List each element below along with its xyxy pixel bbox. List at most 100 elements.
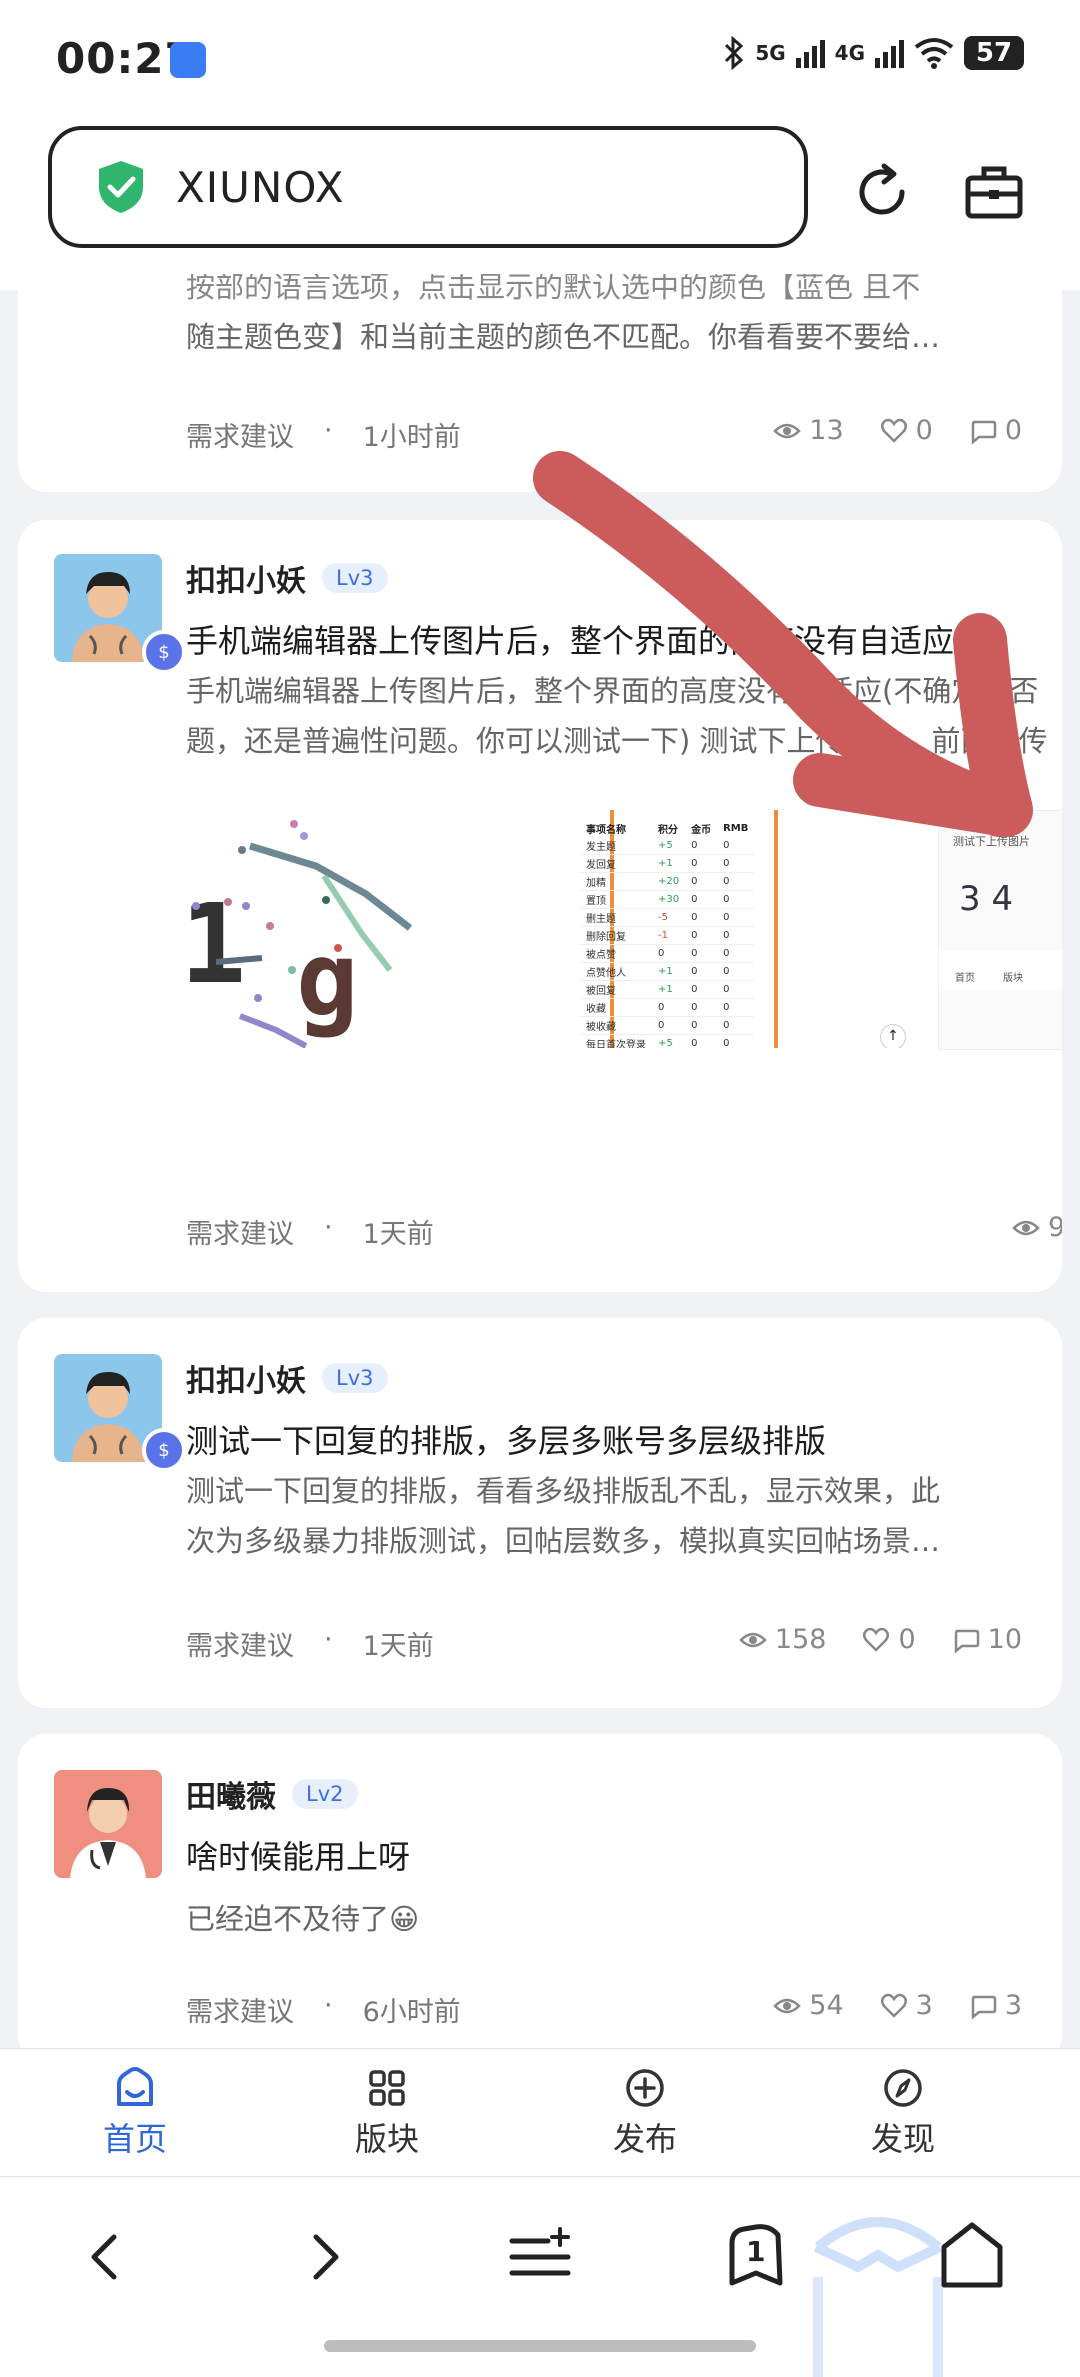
points-table-cell: 0: [723, 948, 730, 959]
post-excerpt-line: 随主题色变】和当前主题的颜色不匹配。你看看要不要给…: [186, 320, 941, 354]
likes-stat[interactable]: 3: [880, 1990, 933, 2021]
avatar[interactable]: [54, 1770, 162, 1878]
comment-icon: [954, 1629, 979, 1654]
author-name[interactable]: 田曦薇: [186, 1772, 276, 1816]
points-table-cell: 被收藏: [586, 1022, 616, 1033]
views-stat: 13: [773, 415, 844, 446]
author-name[interactable]: 扣扣小妖: [186, 1356, 306, 1400]
comment-icon: [971, 420, 997, 445]
menu-icon[interactable]: [500, 2217, 580, 2297]
battery-indicator: 57: [964, 36, 1024, 70]
post-meta: 需求建议 · 1小时前: [186, 415, 461, 454]
reload-icon[interactable]: [850, 160, 914, 224]
points-table-cell: 被回复: [586, 986, 616, 997]
points-table-cell: 0: [723, 894, 730, 905]
views-stat: 158: [739, 1624, 827, 1655]
thumbnail-bottom-nav: 首页 版块: [939, 951, 1062, 991]
points-table-cell: +5: [658, 1038, 673, 1048]
likes-count: 3: [915, 1990, 933, 2021]
points-table-row: 被收藏 0 0 0: [580, 1017, 755, 1035]
status-indicators: 5G 4G 57: [723, 36, 1024, 70]
points-table-cell: 0: [691, 984, 698, 995]
points-table-cell: 收藏: [586, 1004, 606, 1015]
points-table-cell: 0: [658, 948, 665, 959]
shield-check-icon: [99, 161, 143, 213]
post-stats: 158 0 10: [739, 1624, 1022, 1655]
compass-icon: [884, 2069, 922, 2107]
likes-count: 0: [898, 1624, 916, 1655]
post-category[interactable]: 需求建议: [186, 1624, 294, 1663]
post-thumbnail-captcha[interactable]: 1 g: [186, 810, 542, 1048]
post-category[interactable]: 需求建议: [186, 415, 294, 454]
verified-badge-icon: $: [142, 630, 186, 674]
post-excerpt: 已经迫不及待了😀: [186, 1902, 420, 1936]
points-table-cell: 删主题: [586, 914, 616, 925]
wifi-icon: [914, 38, 954, 69]
eye-icon: [773, 423, 802, 438]
points-table-cell: +30: [658, 894, 680, 905]
post-card[interactable]: $ 扣扣小妖 Lv3 测试一下回复的排版，多层多账号多层级排版 测试一下回复的排…: [18, 1318, 1062, 1708]
points-table-cell: 0: [691, 1038, 698, 1048]
post-meta: 需求建议 · 6小时前: [186, 1990, 461, 2029]
points-table-cell: 置顶: [586, 896, 606, 907]
points-table-cell: 删除回复: [586, 932, 626, 943]
back-icon[interactable]: [66, 2217, 146, 2297]
points-table-cell: 被点赞: [586, 950, 616, 961]
points-table-cell: 0: [723, 966, 730, 977]
post-title[interactable]: 啥时候能用上呀: [186, 1832, 410, 1878]
points-table-cell: 0: [691, 1020, 698, 1031]
points-table-cell: 加精: [586, 878, 606, 889]
comments-stat[interactable]: 0: [969, 415, 1022, 446]
likes-stat[interactable]: 0: [862, 1624, 916, 1655]
author-name[interactable]: 扣扣小妖: [186, 556, 306, 600]
signal-4g-icon: [875, 38, 904, 68]
forward-icon[interactable]: [284, 2217, 364, 2297]
post-time: 6小时前: [362, 1997, 461, 2028]
points-table-row: 被点赞 0 0 0: [580, 945, 755, 963]
tab-boards[interactable]: 版块: [252, 2049, 522, 2177]
points-table-cell: 0: [723, 984, 730, 995]
status-bar: 00:27 5G 4G 57: [0, 0, 1080, 120]
post-excerpt-line: 次为多级暴力排版测试，回帖层数多，模拟真实回帖场景…: [186, 1524, 941, 1558]
points-table-cell: 0: [691, 1002, 698, 1013]
points-table-cell: 0: [723, 912, 730, 923]
bluetooth-icon: [725, 36, 744, 70]
tab-discover-label: 发现: [870, 2120, 935, 2158]
points-table-cell: +1: [658, 966, 673, 977]
points-table-cell: 0: [691, 894, 698, 905]
toolbox-icon[interactable]: [962, 160, 1026, 224]
points-table-cell: 0: [723, 930, 730, 941]
meta-dot: ·: [324, 415, 333, 446]
points-table-cell: +1: [658, 984, 673, 995]
scroll-top-button[interactable]: ↑: [880, 1024, 906, 1048]
tab-publish[interactable]: 发布: [510, 2049, 780, 2177]
level-badge: Lv3: [322, 1363, 388, 1393]
home-icon[interactable]: [932, 2217, 1012, 2297]
eye-icon: [1012, 1220, 1040, 1235]
tab-home-label: 首页: [102, 2120, 167, 2158]
points-table-row: 收藏 0 0 0: [580, 999, 755, 1017]
points-table-cell: -1: [658, 930, 668, 941]
thumbnail-nav-home: 首页: [955, 973, 975, 984]
address-bar[interactable]: XIUNOX: [48, 126, 808, 248]
post-card[interactable]: 田曦薇 Lv2 啥时候能用上呀 已经迫不及待了😀 需求建议 · 6小时前 54 …: [18, 1734, 1062, 2064]
comments-count: 3: [1004, 1990, 1022, 2021]
tab-home[interactable]: 首页: [0, 2049, 270, 2177]
tab-discover[interactable]: 发现: [768, 2049, 1038, 2177]
post-category[interactable]: 需求建议: [186, 1212, 294, 1251]
likes-stat[interactable]: 0: [880, 415, 933, 446]
gesture-home-indicator[interactable]: [324, 2340, 756, 2352]
post-category[interactable]: 需求建议: [186, 1990, 294, 2029]
eye-icon: [739, 1632, 767, 1647]
points-table-cell: 0: [658, 1002, 665, 1013]
post-author-row: 扣扣小妖 Lv3: [186, 1356, 388, 1400]
thumbnail-captcha-text: 3 4: [959, 879, 1014, 919]
comments-stat[interactable]: 10: [952, 1624, 1022, 1655]
tabs-button[interactable]: 1: [716, 2217, 796, 2297]
comments-stat[interactable]: 3: [969, 1990, 1022, 2021]
post-title[interactable]: 测试一下回复的排版，多层多账号多层级排版: [186, 1416, 826, 1462]
views-count: 158: [774, 1624, 827, 1655]
views-count: 95: [1048, 1212, 1062, 1243]
points-table-cell: 0: [691, 930, 698, 941]
signal-5g-icon: [795, 38, 825, 68]
